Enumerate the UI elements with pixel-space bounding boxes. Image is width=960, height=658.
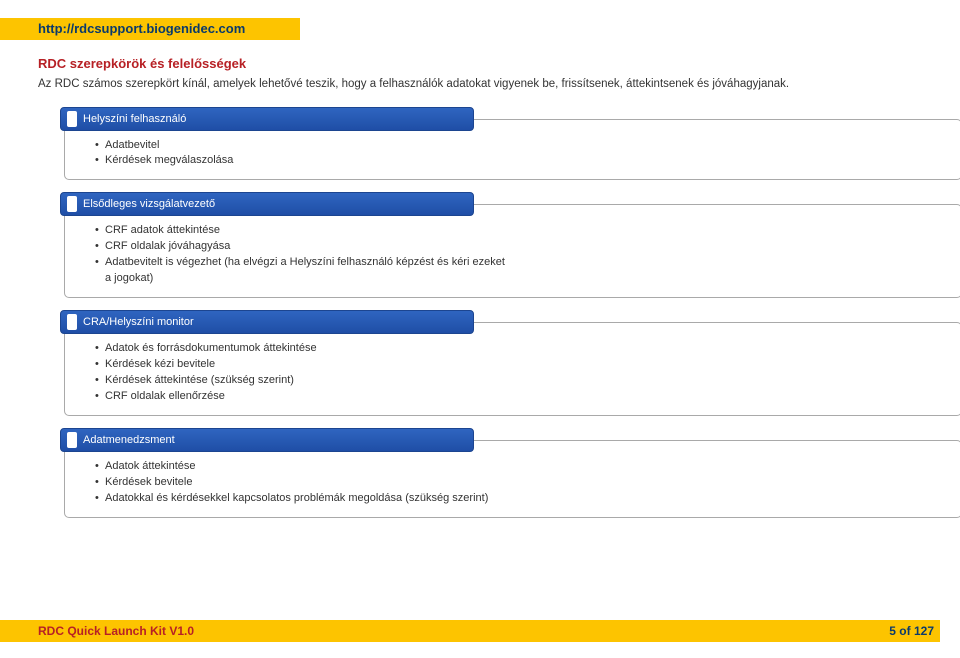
role-item: Kérdések kézi bevitele <box>95 357 945 373</box>
content-area: RDC szerepkörök és felelősségek Az RDC s… <box>38 56 922 530</box>
role-heading-text: Adatmenedzsment <box>83 434 175 446</box>
support-url: http://rdcsupport.biogenidec.com <box>38 18 245 40</box>
page-title: RDC szerepkörök és felelősségek <box>38 56 922 71</box>
role-heading-text: Helyszíni felhasználó <box>83 113 186 125</box>
footer-doc-title: RDC Quick Launch Kit V1.0 <box>38 620 194 642</box>
role-section: CRA/Helyszíni monitor Adatok és forrásdo… <box>60 310 922 416</box>
chip-notch-icon <box>67 432 77 448</box>
role-item: CRF adatok áttekintése <box>95 223 945 239</box>
role-heading-chip: Adatmenedzsment <box>60 428 474 452</box>
intro-paragraph: Az RDC számos szerepkört kínál, amelyek … <box>38 77 922 93</box>
role-item: CRF oldalak ellenőrzése <box>95 389 945 405</box>
role-item: CRF oldalak jóváhagyása <box>95 239 945 255</box>
roles-list: Helyszíni felhasználó Adatbevitel Kérdés… <box>60 107 922 518</box>
role-body: Adatok és forrásdokumentumok áttekintése… <box>64 322 960 416</box>
role-item: Kérdések bevitele <box>95 475 945 491</box>
role-section: Helyszíni felhasználó Adatbevitel Kérdés… <box>60 107 922 181</box>
role-body: CRF adatok áttekintése CRF oldalak jóváh… <box>64 204 960 298</box>
role-heading-text: Elsődleges vizsgálatvezető <box>83 198 215 210</box>
role-heading-chip: CRA/Helyszíni monitor <box>60 310 474 334</box>
role-heading-text: CRA/Helyszíni monitor <box>83 316 194 328</box>
role-item: Kérdések megválaszolása <box>95 153 945 169</box>
chip-notch-icon <box>67 111 77 127</box>
role-item: Adatok áttekintése <box>95 459 945 475</box>
role-heading-chip: Helyszíni felhasználó <box>60 107 474 131</box>
footer-page-number: 5 of 127 <box>889 620 934 642</box>
role-section: Adatmenedzsment Adatok áttekintése Kérdé… <box>60 428 922 518</box>
role-item-continuation: a jogokat) <box>95 271 945 287</box>
chip-notch-icon <box>67 314 77 330</box>
role-item: Adatbevitel <box>95 138 945 154</box>
page: http://rdcsupport.biogenidec.com RDC sze… <box>0 0 960 658</box>
role-heading-chip: Elsődleges vizsgálatvezető <box>60 192 474 216</box>
role-item: Adatbevitelt is végezhet (ha elvégzi a H… <box>95 255 945 271</box>
role-item: Adatok és forrásdokumentumok áttekintése <box>95 341 945 357</box>
role-section: Elsődleges vizsgálatvezető CRF adatok át… <box>60 192 922 298</box>
role-item: Adatokkal és kérdésekkel kapcsolatos pro… <box>95 491 945 507</box>
role-item: Kérdések áttekintése (szükség szerint) <box>95 373 945 389</box>
chip-notch-icon <box>67 196 77 212</box>
